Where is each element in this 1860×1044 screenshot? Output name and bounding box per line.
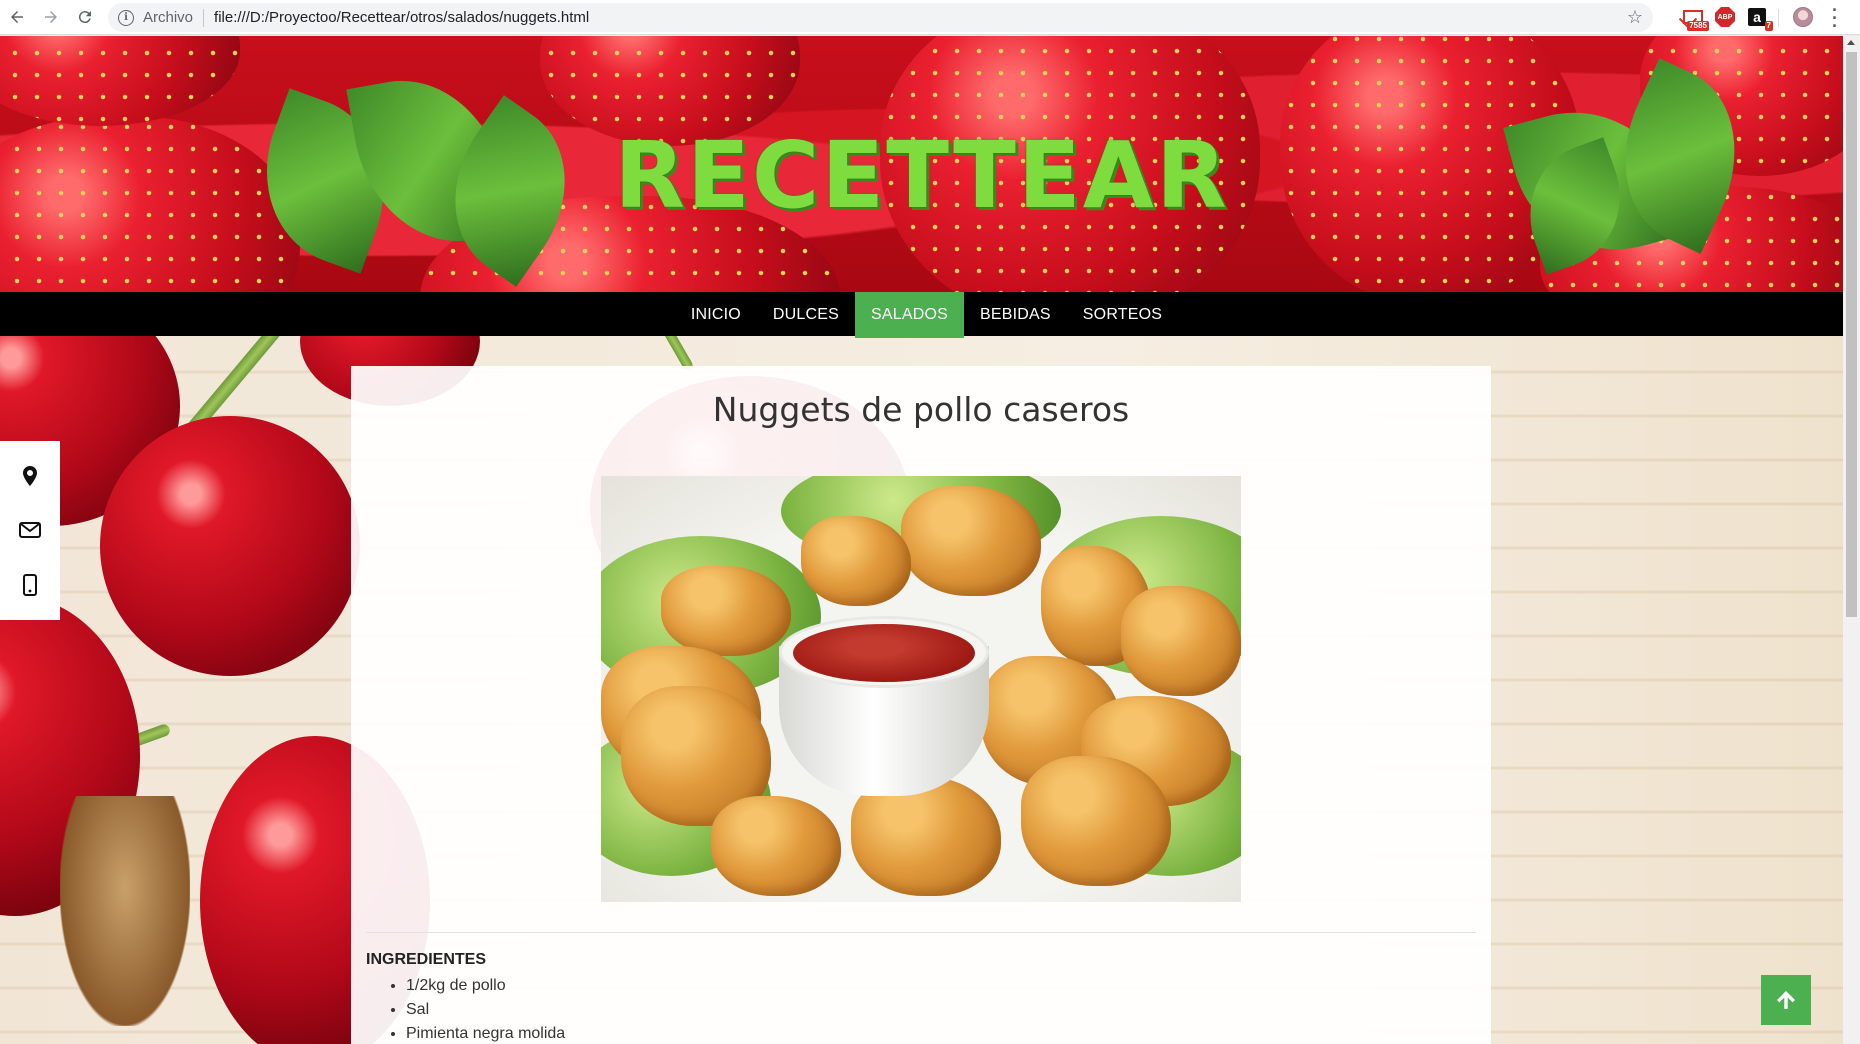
back-to-top-button[interactable] [1761,975,1811,1025]
list-item: 1/2kg de pollo [406,974,565,998]
nav-item-inicio[interactable]: INICIO [675,292,757,338]
browser-toolbar: i Archivo file:///D:/Proyectoo/Recettear… [0,0,1860,35]
list-item: Sal [406,998,565,1022]
ketchup-bowl [779,616,989,796]
side-contact-bar [0,441,60,620]
back-arrow-icon[interactable] [0,0,34,35]
gmail-extension-icon[interactable]: 7585 [1681,6,1709,31]
amazon-badge: 7 [1764,21,1773,31]
ingredients-list: 1/2kg de pollo Sal Pimienta negra molida [406,974,565,1044]
adblock-plus-icon[interactable]: ABP [1713,6,1737,28]
recipe-title: Nuggets de pollo caseros [712,390,1130,429]
amazon-label: a [1748,8,1766,26]
omnibox-divider [203,8,205,27]
reload-icon[interactable] [68,0,102,35]
forward-arrow-icon[interactable] [34,0,68,35]
nav-item-sorteos[interactable]: SORTEOS [1067,292,1178,338]
page-scrollbar[interactable] [1843,36,1860,1044]
profile-avatar[interactable] [1793,7,1813,27]
abp-label: ABP [1715,7,1735,27]
bookmark-star-icon[interactable]: ☆ [1627,7,1643,28]
ingredients-heading: INGREDIENTES [366,951,487,968]
header-banner: RECETTEAR [0,36,1843,292]
mobile-phone-icon[interactable] [19,573,41,596]
nav-item-dulces[interactable]: DULCES [757,292,855,338]
scroll-up-arrow-icon[interactable] [1847,40,1855,45]
gmail-unread-badge: 7585 [1687,21,1709,31]
address-bar[interactable]: i Archivo file:///D:/Proyectoo/Recettear… [108,3,1653,32]
toolbar-divider [1778,9,1779,27]
scheme-label: Archivo [143,9,194,26]
map-marker-icon[interactable] [19,465,41,487]
browser-menu-icon[interactable]: · · · [1830,1,1840,35]
site-info-icon[interactable]: i [118,9,134,26]
site-logo[interactable]: RECETTEAR [0,122,1843,229]
envelope-icon[interactable] [19,519,41,541]
url-text[interactable]: file:///D:/Proyectoo/Recettear/otros/sal… [214,9,589,26]
recipe-card: Nuggets de pollo caseros INGREDIENTES 1/… [351,366,1491,1044]
nav-item-salados[interactable]: SALADOS [855,292,965,338]
section-divider [366,932,1476,933]
amazon-extension-icon[interactable]: a 7 [1745,6,1773,31]
main-navigation: INICIO DULCES SALADOS BEBIDAS SORTEOS [0,292,1843,338]
nav-item-bebidas[interactable]: BEBIDAS [964,292,1067,338]
arrow-up-icon [1777,991,1795,1009]
recipe-photo [601,476,1241,902]
scrollbar-thumb[interactable] [1846,52,1857,617]
list-item: Pimienta negra molida [406,1022,565,1044]
